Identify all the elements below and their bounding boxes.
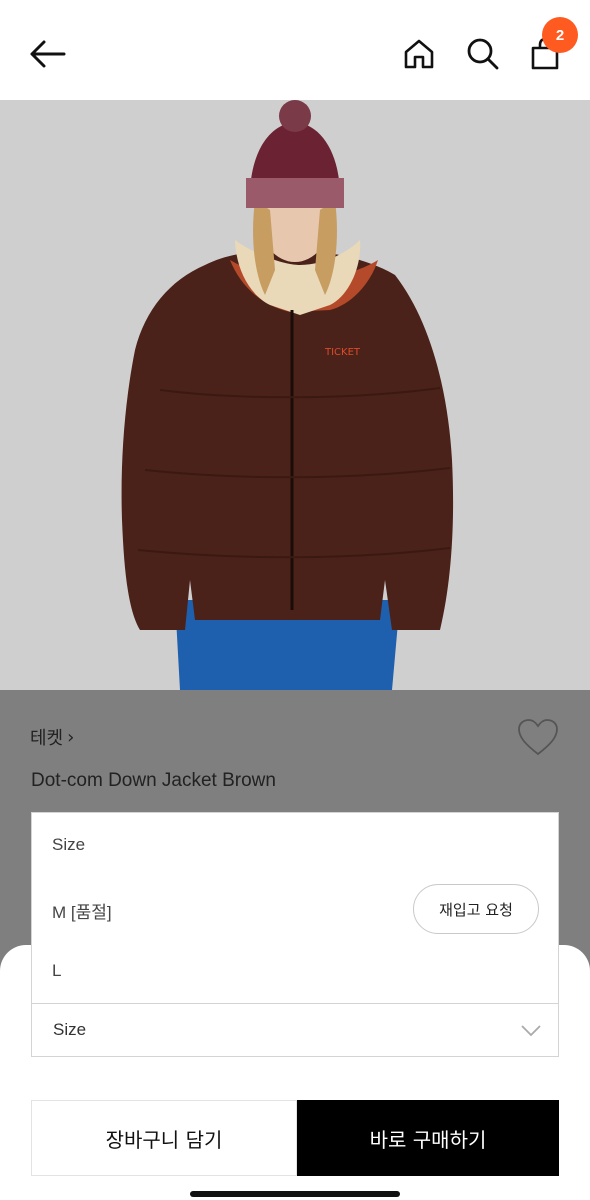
jacket-illustration: TICKET: [0, 100, 590, 690]
back-button[interactable]: [22, 30, 72, 78]
brand-name: 테켓: [30, 728, 64, 749]
svg-text:TICKET: TICKET: [324, 347, 361, 358]
product-name: Dot-com Down Jacket Brown: [31, 770, 276, 791]
product-photo[interactable]: TICKET: [0, 100, 590, 690]
arrow-left-icon: [30, 40, 66, 68]
search-button[interactable]: [460, 30, 506, 78]
search-icon: [467, 38, 499, 70]
buy-now-button[interactable]: 바로 구매하기: [297, 1100, 559, 1176]
home-indicator: [190, 1191, 400, 1197]
wishlist-button[interactable]: [517, 718, 559, 758]
chevron-right-icon: ›: [67, 726, 75, 748]
size-options-dropdown: Size M [품절] 재입고 요청 L: [31, 812, 559, 1004]
home-icon: [404, 39, 434, 69]
size-select[interactable]: Size: [31, 1003, 559, 1057]
top-navigation-bar: 2: [0, 0, 590, 100]
restock-request-button[interactable]: 재입고 요청: [413, 884, 539, 934]
size-select-label: Size: [53, 1020, 87, 1039]
size-dropdown-title: Size: [52, 835, 86, 854]
chevron-down-icon: [521, 1025, 541, 1037]
heart-icon: [518, 719, 558, 756]
home-button[interactable]: [396, 30, 442, 78]
size-option-m[interactable]: M [품절]: [52, 898, 112, 923]
add-to-cart-button[interactable]: 장바구니 담기: [31, 1100, 297, 1176]
brand-link[interactable]: 테켓 ›: [30, 724, 74, 750]
size-option-l[interactable]: L: [52, 961, 61, 981]
cart-count-badge: 2: [542, 17, 578, 53]
